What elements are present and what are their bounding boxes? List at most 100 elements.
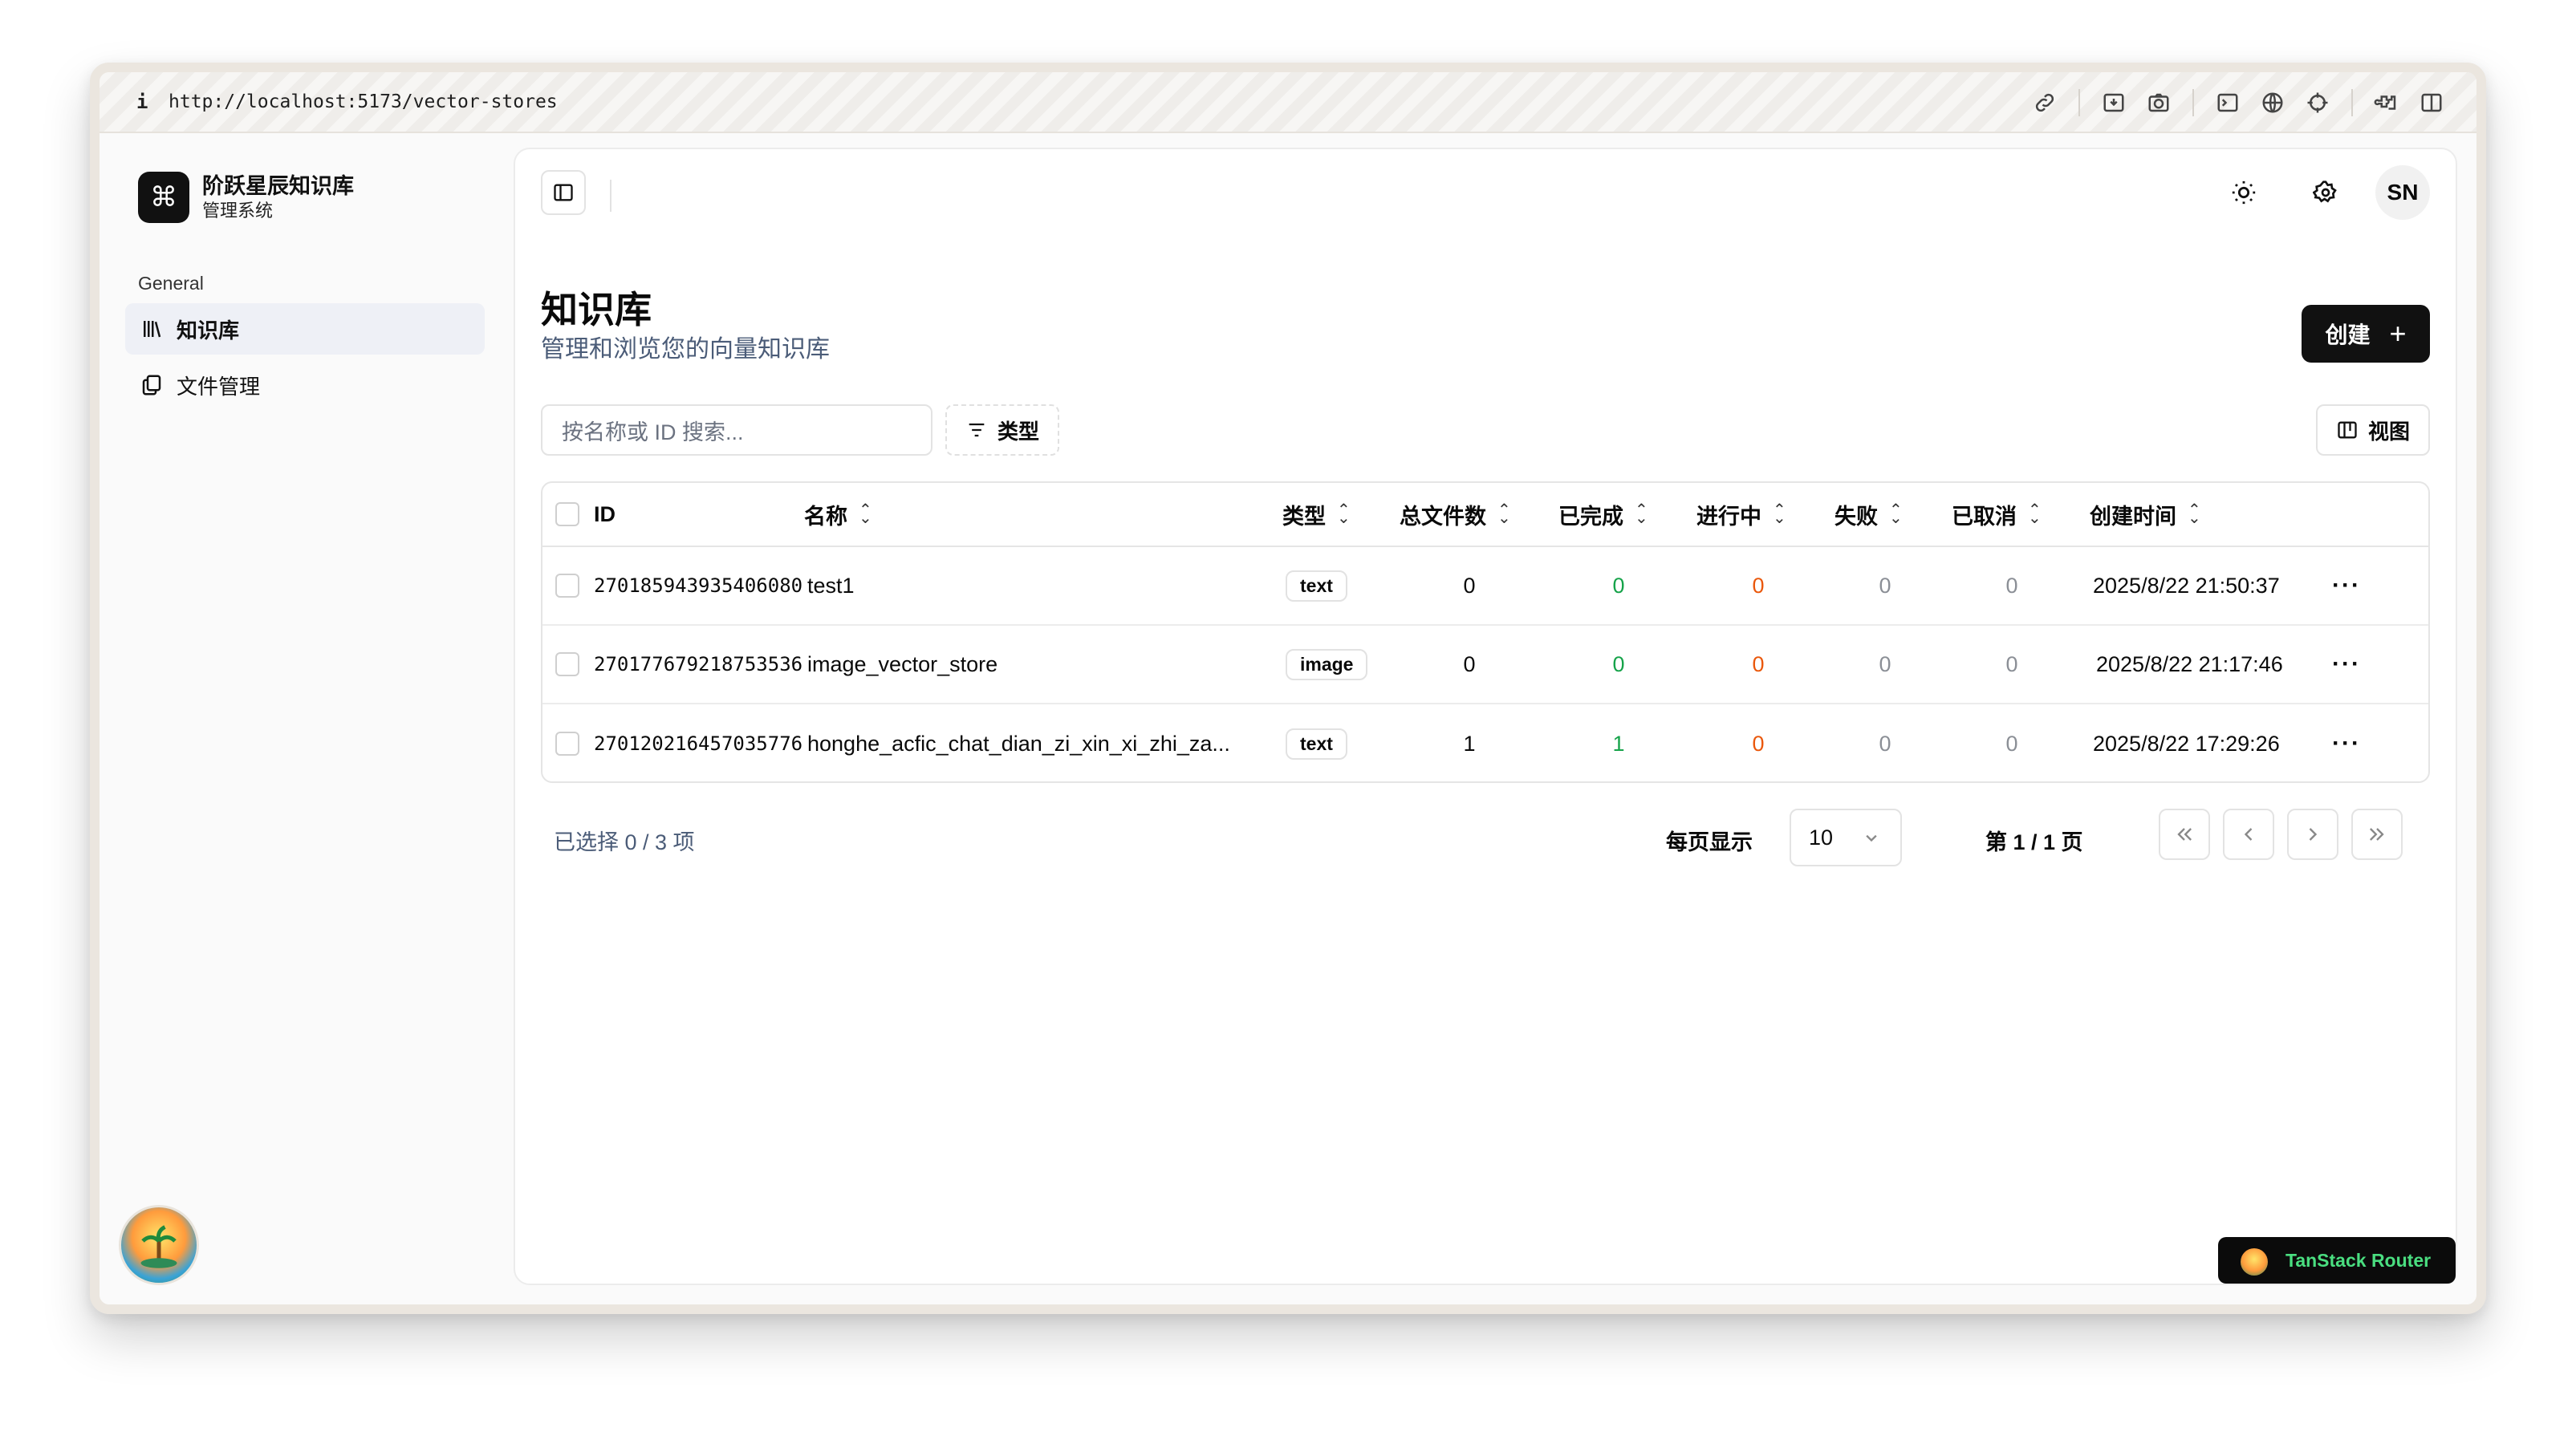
sort-icon[interactable]: ⌃ ⌄ (859, 502, 872, 526)
plus-icon: + (2389, 317, 2407, 350)
row-menu-icon[interactable]: ··· (2332, 626, 2361, 703)
files-icon (138, 371, 165, 399)
next-page-button[interactable] (2287, 809, 2338, 860)
row-type: text (1286, 547, 1347, 624)
sort-icon[interactable]: ⌃ ⌄ (1773, 502, 1786, 526)
address-bar[interactable]: i http://localhost:5173/vector-stores (100, 72, 2476, 133)
divider (610, 180, 611, 212)
extensions-icon[interactable] (2364, 80, 2409, 125)
sort-icon[interactable]: ⌃ ⌄ (2028, 502, 2042, 526)
row-type: image (1286, 626, 1368, 703)
selection-count: 已选择 0 / 3 项 (554, 830, 695, 854)
library-icon (138, 315, 165, 343)
column-header-in-progress[interactable]: 进行中 ⌃ ⌄ (1696, 483, 1786, 546)
row-checkbox[interactable] (555, 547, 579, 624)
globe-icon[interactable] (2250, 80, 2295, 125)
brand[interactable]: ⌘ 阶跃星辰知识库 管理系统 (138, 172, 354, 223)
row-name[interactable]: honghe_acfic_chat_dian_zi_xin_xi_zhi_za.… (807, 704, 1230, 781)
toolbar-divider (2192, 89, 2194, 116)
table-row[interactable]: 270120216457035776 honghe_acfic_chat_dia… (542, 704, 2428, 781)
app-page: ⌘ 阶跃星辰知识库 管理系统 General 知识库 文件管理 SN 知识库 管… (100, 133, 2476, 1304)
camera-icon[interactable] (2136, 80, 2181, 125)
sort-icon[interactable]: ⌃ ⌄ (1635, 502, 1648, 526)
type-filter-button[interactable]: 类型 (945, 404, 1059, 456)
sort-icon[interactable]: ⌃ ⌄ (2188, 502, 2201, 526)
toolbar-divider (2351, 89, 2353, 116)
user-avatar[interactable]: SN (2375, 165, 2430, 220)
terminal-icon[interactable] (2205, 80, 2250, 125)
info-icon[interactable]: i (136, 91, 160, 113)
theme-toggle-sun-icon[interactable] (2221, 170, 2266, 215)
column-header-created[interactable]: 创建时间 ⌃ ⌄ (2090, 483, 2201, 546)
row-menu-icon[interactable]: ··· (2332, 704, 2361, 781)
last-page-button[interactable] (2351, 809, 2403, 860)
create-button[interactable]: 创建 + (2302, 305, 2430, 363)
row-cancelled: 0 (2005, 651, 2018, 676)
row-menu-icon[interactable]: ··· (2332, 547, 2361, 624)
search-input[interactable]: 按名称或 ID 搜索... (541, 404, 932, 456)
row-name[interactable]: image_vector_store (807, 626, 997, 703)
row-completed: 0 (1612, 651, 1625, 676)
previous-page-button[interactable] (2223, 809, 2274, 860)
table-row[interactable]: 270177679218753536 image_vector_store im… (542, 626, 2428, 704)
table-row[interactable]: 270185943935406080 test1 text 0 0 0 0 0 … (542, 547, 2428, 626)
row-total: 0 (1463, 651, 1476, 676)
sidebar-item-file-management[interactable]: 文件管理 (125, 359, 485, 411)
type-filter-label: 类型 (997, 419, 1039, 444)
row-in-progress: 0 (1752, 573, 1765, 598)
command-icon: ⌘ (138, 172, 189, 223)
sort-icon[interactable]: ⌃ ⌄ (1337, 502, 1351, 526)
crosshair-icon[interactable] (2295, 80, 2340, 125)
settings-gear-icon[interactable] (2303, 170, 2348, 215)
sort-icon[interactable]: ⌃ ⌄ (1889, 502, 1903, 526)
column-header-type[interactable]: 类型 ⌃ ⌄ (1282, 483, 1351, 546)
table-header-row: ID 名称 ⌃ ⌄ 类型 ⌃ ⌄ 总文件数 ⌃ ⌄ 已完成 ⌃ ⌄ 进行中 ⌃ ⌄ 失败 ⌃ ⌄ 已取消… (542, 483, 2428, 547)
sidebar-icon[interactable] (2409, 80, 2454, 125)
column-header-id: ID (594, 501, 616, 526)
link-icon[interactable] (2022, 80, 2067, 125)
column-header-failed[interactable]: 失败 ⌃ ⌄ (1834, 483, 1903, 546)
per-page-label: 每页显示 (1666, 830, 1753, 854)
sort-icon[interactable]: ⌃ ⌄ (1497, 502, 1511, 526)
per-page-value: 10 (1809, 825, 1834, 850)
sidebar-item-knowledge-base[interactable]: 知识库 (125, 303, 485, 355)
type-badge: image (1286, 648, 1368, 680)
sidebar-item-label: 知识库 (177, 318, 240, 343)
column-header-name[interactable]: 名称 ⌃ ⌄ (804, 483, 872, 546)
column-header-cancelled[interactable]: 已取消 ⌃ ⌄ (1952, 483, 2042, 546)
row-type: text (1286, 704, 1347, 781)
page-title: 知识库 (541, 289, 652, 331)
page-info: 第 1 / 1 页 (1985, 830, 2083, 854)
row-created: 2025/8/22 21:17:46 (2096, 651, 2283, 676)
sidebar-item-label: 文件管理 (177, 374, 261, 399)
row-completed: 0 (1612, 573, 1625, 598)
row-name[interactable]: test1 (807, 547, 855, 624)
devtools-toggle-avatar[interactable] (119, 1205, 199, 1285)
row-checkbox[interactable] (555, 626, 579, 703)
row-failed: 0 (1879, 651, 1891, 676)
download-icon[interactable] (2091, 80, 2136, 125)
chevron-right-icon (2309, 828, 2318, 841)
column-header-completed[interactable]: 已完成 ⌃ ⌄ (1558, 483, 1648, 546)
tanstack-router-devtools-button[interactable]: TanStack Router (2218, 1237, 2456, 1284)
page-subtitle: 管理和浏览您的向量知识库 (541, 336, 830, 363)
select-all-checkbox[interactable] (555, 483, 579, 546)
main-panel: SN 知识库 管理和浏览您的向量知识库 创建 + 按名称或 ID 搜索... 类… (514, 148, 2457, 1285)
chevron-left-icon (2244, 828, 2253, 841)
row-id: 270120216457035776 (594, 732, 803, 755)
view-options-button[interactable]: 视图 (2316, 404, 2430, 456)
url-text[interactable]: http://localhost:5173/vector-stores (169, 91, 558, 112)
sidebar-toggle-button[interactable] (541, 170, 586, 215)
row-checkbox[interactable] (555, 704, 579, 781)
tanstack-logo-icon (2241, 1248, 2268, 1276)
row-in-progress: 0 (1752, 731, 1765, 756)
per-page-select[interactable]: 10 (1790, 809, 1902, 866)
first-page-button[interactable] (2159, 809, 2210, 860)
column-header-total[interactable]: 总文件数 ⌃ ⌄ (1400, 483, 1511, 546)
row-in-progress: 0 (1752, 651, 1765, 676)
row-failed: 0 (1879, 573, 1891, 598)
row-id: 270185943935406080 (594, 574, 803, 597)
row-created: 2025/8/22 21:50:37 (2093, 573, 2280, 598)
row-cancelled: 0 (2005, 573, 2018, 598)
row-created: 2025/8/22 17:29:26 (2093, 731, 2280, 756)
